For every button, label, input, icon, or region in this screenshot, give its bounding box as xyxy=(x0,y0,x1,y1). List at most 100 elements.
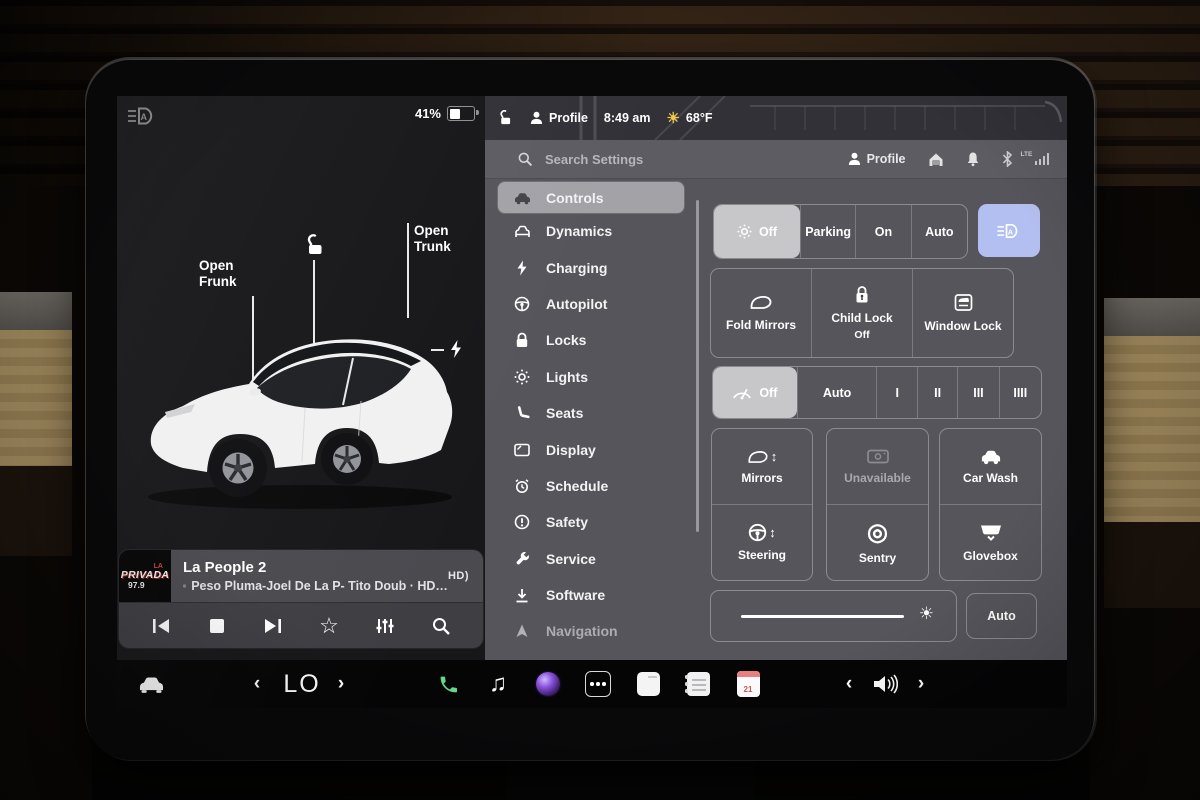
sidebar-item-charging[interactable]: Charging xyxy=(485,249,700,285)
car-wash-button[interactable]: Car Wash xyxy=(940,429,1041,504)
alert-circle-icon xyxy=(513,513,531,531)
mirror-icon xyxy=(747,449,769,465)
screen: A 41% Open Frunk Open Trunk xyxy=(117,96,1067,708)
wipers-speed4-option[interactable]: IIII xyxy=(999,367,1041,418)
hd-radio-icon: HD) xyxy=(448,570,483,582)
sidebar-item-seats[interactable]: Seats xyxy=(485,395,700,431)
front-wheel xyxy=(209,439,267,497)
temp-decrease-chevron[interactable]: ‹ xyxy=(247,660,267,708)
clock: 8:49 am xyxy=(604,111,651,125)
driver-profile-button[interactable]: Profile xyxy=(530,111,588,125)
sidebar-item-controls[interactable]: Controls xyxy=(498,182,684,213)
window-lock-button[interactable]: Window Lock xyxy=(912,269,1013,357)
window-lock-icon xyxy=(954,293,973,312)
wipers-off-option[interactable]: Off xyxy=(713,367,797,418)
volume-icon[interactable] xyxy=(867,660,903,708)
headlights-auto-option[interactable]: Auto xyxy=(911,205,967,258)
sidebar-item-display[interactable]: Display xyxy=(485,431,700,467)
glovebox-icon xyxy=(979,523,1003,543)
sidebar-item-service[interactable]: Service xyxy=(485,541,700,577)
battery-status: 41% xyxy=(415,106,475,121)
calendar-app-icon[interactable]: 21 xyxy=(733,660,763,708)
glovebox-button[interactable]: Glovebox xyxy=(940,504,1041,580)
stop-button[interactable] xyxy=(200,609,234,643)
phone-app-icon[interactable] xyxy=(433,660,463,708)
brightness-slider[interactable]: ☀ xyxy=(710,590,957,642)
settings-sidebar: Controls Dynamics Charging xyxy=(485,182,700,650)
sidebar-item-lights[interactable]: Lights xyxy=(485,359,700,395)
settings-panel: Profile 8:49 am ☀ 68°F xyxy=(485,96,1067,660)
bluetooth-icon[interactable] xyxy=(1002,151,1013,167)
volume-up-chevron[interactable]: › xyxy=(911,660,931,708)
wipers-speed1-option[interactable]: I xyxy=(876,367,916,418)
music-app-icon[interactable]: ♫ xyxy=(483,660,513,708)
vehicle-unlocked-icon[interactable] xyxy=(497,110,514,127)
next-track-button[interactable] xyxy=(256,609,290,643)
car-controls-button[interactable] xyxy=(133,660,169,708)
media-search-button[interactable] xyxy=(424,609,458,643)
auto-headlight-indicator-icon: A xyxy=(125,104,159,128)
sentry-eye-icon: ◎ xyxy=(867,521,888,545)
notes-app-icon[interactable] xyxy=(683,660,713,708)
media-info-row[interactable]: LA PRIVADA 97.9 La People 2 P xyxy=(119,550,483,602)
photo-scene: A 41% Open Frunk Open Trunk xyxy=(0,0,1200,800)
home-icon[interactable] xyxy=(928,152,944,167)
wipers-speed3-option[interactable]: III xyxy=(957,367,998,418)
status-bar: Profile 8:49 am ☀ 68°F xyxy=(497,96,712,140)
unlock-icon[interactable] xyxy=(303,234,327,258)
track-subtitle: Peso Pluma-Joel De La P- Tito Doub · HD… xyxy=(183,579,448,593)
wipers-speed2-option[interactable]: II xyxy=(917,367,957,418)
favorite-star-button[interactable]: ☆ xyxy=(312,609,346,643)
temp-increase-chevron[interactable]: › xyxy=(331,660,351,708)
equalizer-button[interactable] xyxy=(368,609,402,643)
battery-percent: 41% xyxy=(415,106,441,121)
sun-icon: ☀ xyxy=(666,111,679,126)
sentry-mode-button[interactable]: ◎ Sentry xyxy=(827,504,928,580)
background-right xyxy=(1090,186,1200,800)
sidebar-item-schedule[interactable]: Schedule xyxy=(485,468,700,504)
search-input[interactable] xyxy=(543,151,737,168)
hvac-temperature[interactable]: LO xyxy=(272,660,332,708)
car-front-icon xyxy=(513,222,531,240)
sidebar-scrollbar[interactable] xyxy=(696,200,699,532)
svg-text:A: A xyxy=(141,112,148,122)
child-lock-button[interactable]: Child Lock Off xyxy=(811,269,912,357)
mirror-icon xyxy=(749,294,773,311)
headlights-parking-option[interactable]: Parking xyxy=(800,205,855,258)
notifications-bell-icon[interactable] xyxy=(966,151,980,167)
previous-track-button[interactable] xyxy=(144,609,178,643)
mirrors-adjust-button[interactable]: ↕ Mirrors xyxy=(712,429,812,504)
cellular-signal-icon: LTE xyxy=(1035,153,1050,165)
headlights-off-option[interactable]: Off xyxy=(714,205,800,258)
messages-app-icon[interactable] xyxy=(633,660,663,708)
headlights-on-option[interactable]: On xyxy=(855,205,910,258)
car-status-panel: A 41% Open Frunk Open Trunk xyxy=(117,96,485,660)
sidebar-item-dynamics[interactable]: Dynamics xyxy=(485,213,700,249)
headlights-segment: Off Parking On Auto xyxy=(713,204,968,259)
sidebar-item-navigation[interactable]: Navigation xyxy=(485,613,700,649)
fold-mirrors-button[interactable]: Fold Mirrors xyxy=(711,269,811,357)
more-apps-icon[interactable] xyxy=(583,660,613,708)
wipers-auto-option[interactable]: Auto xyxy=(797,367,877,418)
alarm-clock-icon xyxy=(513,477,531,495)
brightness-auto-button[interactable]: Auto xyxy=(966,593,1037,639)
dashcam-icon xyxy=(866,448,890,465)
child-lock-icon xyxy=(854,285,870,304)
media-player: LA PRIVADA 97.9 La People 2 P xyxy=(119,550,483,648)
open-trunk-label[interactable]: Open Trunk xyxy=(414,223,466,254)
steering-wheel-icon xyxy=(513,295,531,313)
profile-menu-button[interactable]: Profile xyxy=(848,152,906,166)
sidebar-item-locks[interactable]: Locks xyxy=(485,322,700,358)
open-frunk-label[interactable]: Open Frunk xyxy=(199,258,251,289)
sidebar-item-software[interactable]: Software xyxy=(485,577,700,613)
car-side-icon xyxy=(513,189,531,207)
volume-down-chevron[interactable]: ‹ xyxy=(839,660,859,708)
background-left xyxy=(0,186,92,800)
steering-adjust-button[interactable]: ↕ Steering xyxy=(712,504,812,580)
app-icon-purple[interactable] xyxy=(533,660,563,708)
fog-lights-button[interactable]: A xyxy=(978,204,1040,257)
sidebar-item-safety[interactable]: Safety xyxy=(485,504,700,540)
sidebar-item-autopilot[interactable]: Autopilot xyxy=(485,286,700,322)
up-down-arrows-icon: ↕ xyxy=(771,449,778,464)
brightness-track[interactable] xyxy=(741,615,904,618)
